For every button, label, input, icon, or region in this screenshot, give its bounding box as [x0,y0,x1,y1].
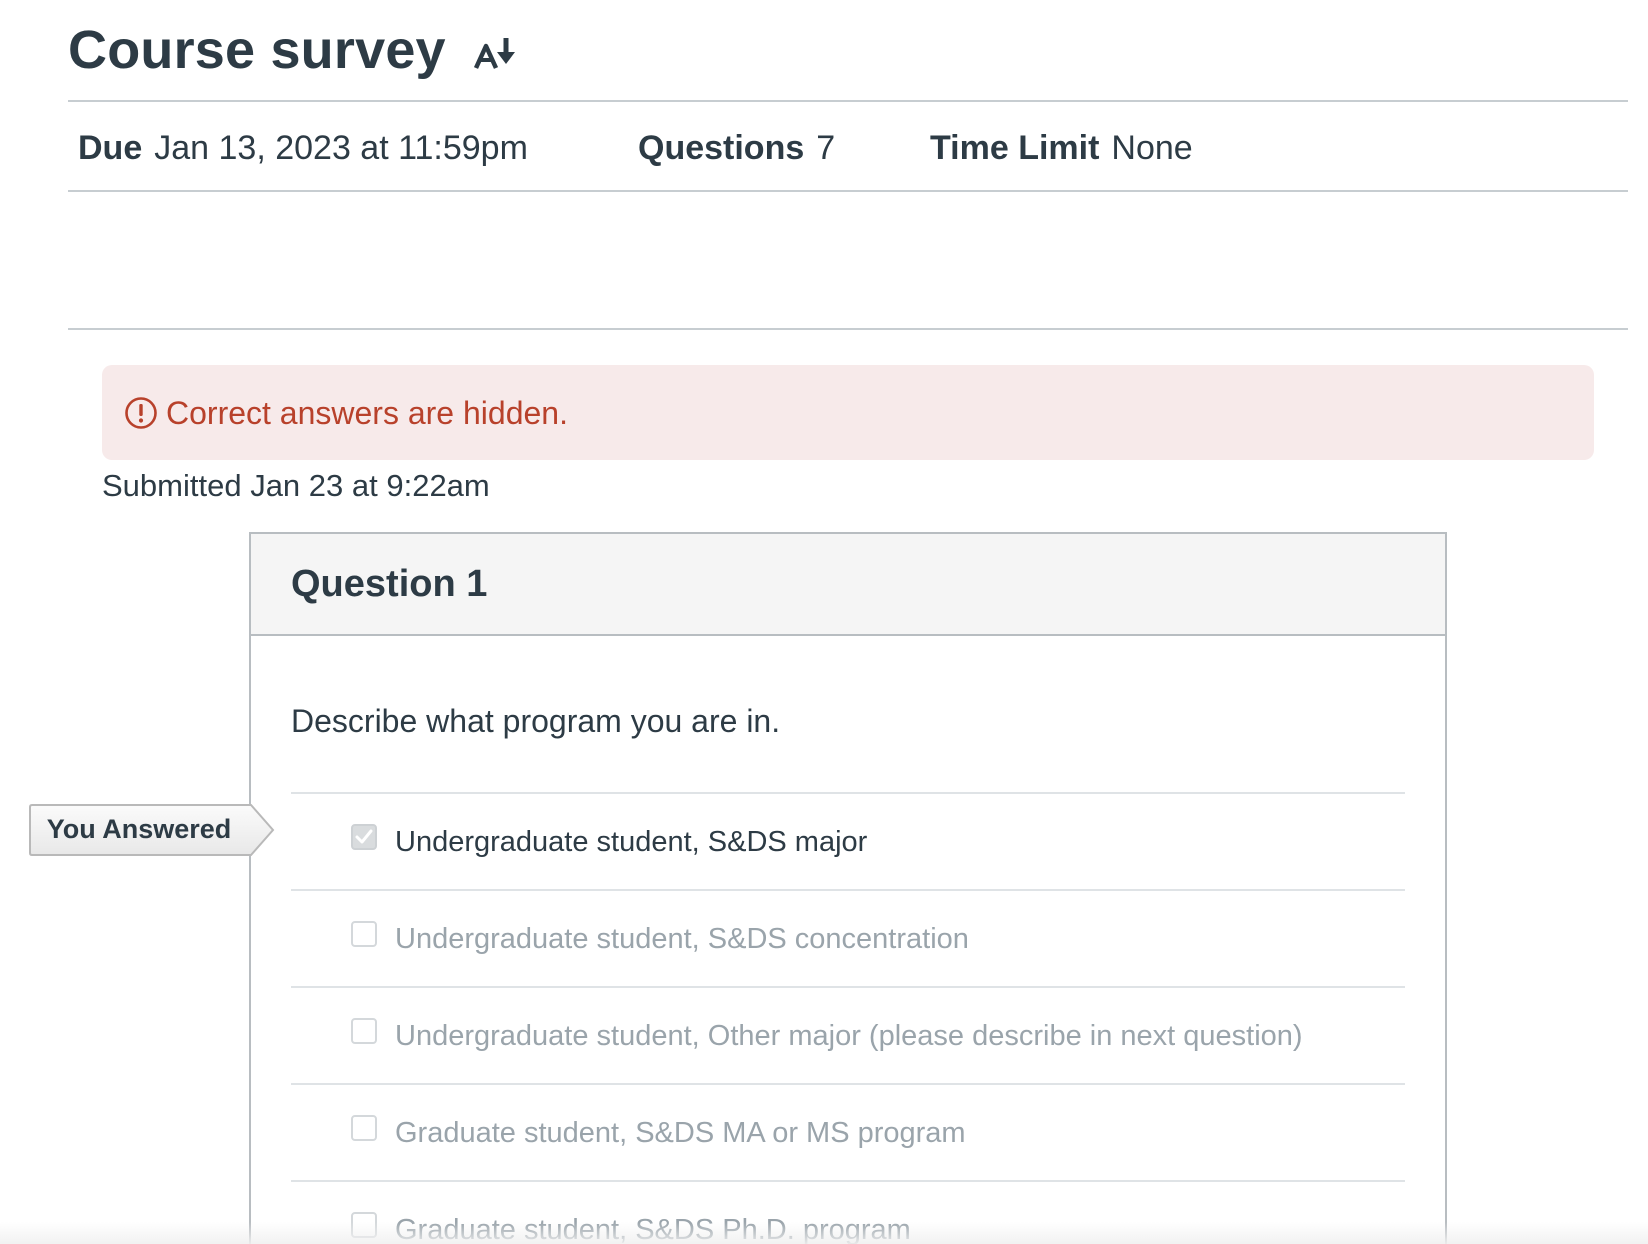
answer-option: Undergraduate student, S&DS concentratio… [291,889,1405,986]
divider [68,100,1628,102]
answer-label: Undergraduate student, S&DS concentratio… [395,922,969,955]
answer-option: Undergraduate student, S&DS major [291,792,1405,889]
quiz-details: Due Jan 13, 2023 at 11:59pm Questions 7 … [78,124,1193,172]
you-answered-label: You Answered [46,813,232,844]
due-value: Jan 13, 2023 at 11:59pm [154,129,528,167]
questions-detail: Questions 7 [638,124,930,172]
quiz-results-page: Course survey Due Jan 13, 2023 at 11:59p… [0,0,1648,1244]
question-text: Describe what program you are in. [291,703,781,739]
answer-label: Graduate student, S&DS MA or MS program [395,1116,966,1149]
divider [68,328,1628,330]
warning-circle-icon [124,396,158,430]
questions-value: 7 [816,129,836,167]
submitted-timestamp: Submitted Jan 23 at 9:22am [102,468,490,503]
answer-label: Undergraduate student, Other major (plea… [395,1019,1303,1052]
due-label: Due [78,129,143,167]
questions-label: Questions [638,129,805,167]
alert-text: Correct answers are hidden. [166,394,568,431]
you-answered-tag: You Answered [29,803,277,857]
question-header: Question 1 [251,534,1445,636]
time-limit-label: Time Limit [930,129,1100,167]
checkmark-icon [355,829,373,843]
answer-checkbox[interactable] [351,1114,377,1141]
answer-option: Graduate student, S&DS MA or MS program [291,1083,1405,1180]
answer-label: Undergraduate student, S&DS major [395,825,868,858]
time-limit-value: None [1111,129,1193,167]
question-card: Question 1 Describe what program you are… [249,532,1447,1244]
translate-icon[interactable] [472,34,518,74]
page-title: Course survey [68,20,446,80]
divider [68,190,1628,192]
answer-checkbox[interactable] [351,920,377,947]
answer-list: Undergraduate student, S&DS major Underg… [291,792,1405,1244]
correct-answers-hidden-alert: Correct answers are hidden. [102,365,1594,460]
answer-checkbox-checked[interactable] [351,823,377,850]
title-row: Course survey [68,14,518,86]
answer-option: Undergraduate student, Other major (plea… [291,986,1405,1083]
scroll-fade [0,1222,1648,1244]
question-title: Question 1 [291,562,488,605]
answer-checkbox[interactable] [351,1017,377,1044]
time-limit-detail: Time Limit None [930,124,1193,172]
due-detail: Due Jan 13, 2023 at 11:59pm [78,124,638,172]
